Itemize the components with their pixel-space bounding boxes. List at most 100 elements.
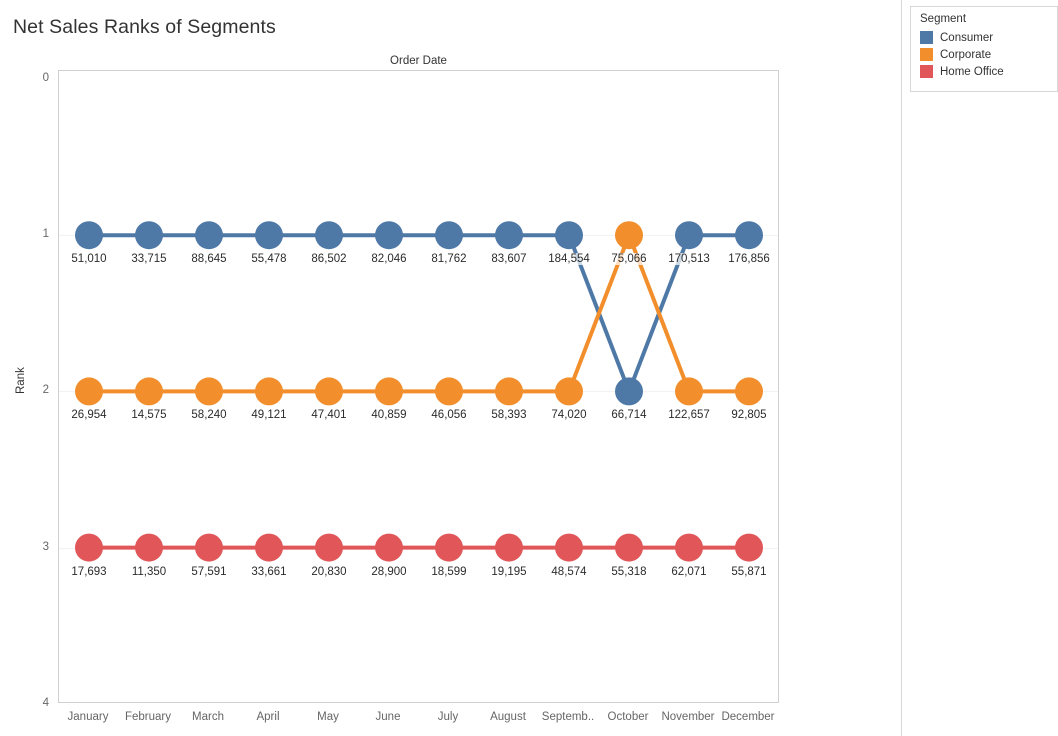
legend-item-corporate[interactable]: Corporate <box>911 46 1057 63</box>
data-point-marker[interactable] <box>255 377 283 406</box>
data-point-label: 55,478 <box>250 253 288 266</box>
worksheet-pane: Net Sales Ranks of Segments Order Date R… <box>0 0 902 736</box>
legend-pane: Segment Consumer Corporate Home Office <box>902 0 1058 736</box>
y-tick-0: 0 <box>42 72 49 84</box>
data-point-marker[interactable] <box>135 221 163 250</box>
x-axis[interactable]: January February March April May June July Augu… <box>58 704 779 736</box>
x-tick-9[interactable]: October <box>608 711 649 723</box>
legend-items: Consumer Corporate Home Office <box>911 29 1057 80</box>
series-line-consumer <box>87 233 751 394</box>
data-point-label: 17,693 <box>70 565 108 578</box>
x-tick-5[interactable]: June <box>376 711 401 723</box>
data-point-marker[interactable] <box>615 377 643 406</box>
x-tick-11[interactable]: December <box>721 711 774 723</box>
data-point-marker[interactable] <box>315 221 343 250</box>
data-point-marker[interactable] <box>435 221 463 250</box>
y-tick-3: 3 <box>42 540 49 553</box>
data-point-label: 58,240 <box>190 409 228 422</box>
data-point-marker[interactable] <box>315 377 343 406</box>
data-point-label: 26,954 <box>70 409 108 422</box>
data-point-marker[interactable] <box>375 377 403 406</box>
data-point-marker[interactable] <box>135 533 163 562</box>
x-tick-4[interactable]: May <box>317 711 339 723</box>
data-point-marker[interactable] <box>555 533 583 562</box>
legend-item-label: Home Office <box>940 65 1004 78</box>
data-point-label: 33,715 <box>130 253 168 266</box>
legend-item-label: Consumer <box>940 31 994 44</box>
plot-inner: 51,010 33,715 88,645 55,478 86,502 82,046 81,7… <box>59 71 778 702</box>
data-point-label: 28,900 <box>370 565 408 578</box>
data-point-label: 18,599 <box>430 565 468 578</box>
data-point-marker[interactable] <box>675 221 703 250</box>
data-point-marker[interactable] <box>555 221 583 250</box>
column-field-header[interactable]: Order Date <box>58 51 779 70</box>
data-point-label: 47,401 <box>310 409 348 422</box>
line-chart-canvas <box>75 221 763 562</box>
data-point-marker[interactable] <box>255 533 283 562</box>
legend-item-consumer[interactable]: Consumer <box>911 29 1057 46</box>
data-point-marker[interactable] <box>75 221 103 250</box>
data-point-marker[interactable] <box>555 377 583 406</box>
legend-card-segment[interactable]: Segment Consumer Corporate Home Office <box>910 6 1058 92</box>
legend-item-home-office[interactable]: Home Office <box>911 63 1057 80</box>
data-point-label: 92,805 <box>730 409 768 422</box>
data-point-marker[interactable] <box>75 377 103 406</box>
data-point-marker[interactable] <box>315 533 343 562</box>
data-point-marker[interactable] <box>615 221 643 250</box>
x-tick-10[interactable]: November <box>661 711 714 723</box>
data-point-label: 122,657 <box>667 409 711 422</box>
data-point-marker[interactable] <box>195 533 223 562</box>
data-point-marker[interactable] <box>435 377 463 406</box>
data-point-marker[interactable] <box>495 377 523 406</box>
data-point-marker[interactable] <box>195 221 223 250</box>
data-point-label: 75,066 <box>610 253 648 266</box>
x-tick-3[interactable]: April <box>256 711 279 723</box>
column-field-label: Order Date <box>390 54 447 67</box>
data-point-marker[interactable] <box>735 533 763 562</box>
data-point-marker[interactable] <box>615 533 643 562</box>
data-point-marker[interactable] <box>435 533 463 562</box>
data-point-label: 83,607 <box>490 253 528 266</box>
color-swatch-icon <box>920 48 933 61</box>
data-point-label: 33,661 <box>250 565 288 578</box>
y-tick-1: 1 <box>42 228 49 241</box>
x-tick-8[interactable]: Septemb.. <box>542 711 594 723</box>
data-point-label: 19,195 <box>490 565 528 578</box>
data-point-marker[interactable] <box>675 377 703 406</box>
data-point-label: 49,121 <box>250 409 288 422</box>
data-point-label: 82,046 <box>370 253 408 266</box>
data-point-marker[interactable] <box>135 377 163 406</box>
data-point-label: 86,502 <box>310 253 348 266</box>
data-point-marker[interactable] <box>75 533 103 562</box>
data-point-label: 20,830 <box>310 565 348 578</box>
series-line-corporate <box>87 233 751 394</box>
data-point-label: 184,554 <box>547 253 591 266</box>
x-tick-0[interactable]: January <box>68 711 109 723</box>
data-point-label: 51,010 <box>70 253 108 266</box>
data-point-marker[interactable] <box>495 533 523 562</box>
data-point-label: 14,575 <box>130 409 168 422</box>
data-point-marker[interactable] <box>375 533 403 562</box>
data-point-label: 55,318 <box>610 565 648 578</box>
data-point-label: 46,056 <box>430 409 468 422</box>
y-tick-2: 2 <box>42 384 49 397</box>
plot-area[interactable]: 51,010 33,715 88,645 55,478 86,502 82,046 81,7… <box>58 70 779 703</box>
data-point-label: 40,859 <box>370 409 408 422</box>
x-tick-2[interactable]: March <box>192 711 224 723</box>
x-tick-6[interactable]: July <box>438 711 458 723</box>
data-point-marker[interactable] <box>735 377 763 406</box>
color-swatch-icon <box>920 31 933 44</box>
data-point-marker[interactable] <box>675 533 703 562</box>
data-point-label: 55,871 <box>730 565 768 578</box>
x-tick-7[interactable]: August <box>490 711 526 723</box>
x-tick-1[interactable]: February <box>125 711 171 723</box>
data-point-marker[interactable] <box>375 221 403 250</box>
data-point-label: 62,071 <box>670 565 708 578</box>
y-axis-title: Rank <box>15 366 27 394</box>
data-point-marker[interactable] <box>195 377 223 406</box>
y-tick-4: 4 <box>42 696 49 709</box>
data-point-marker[interactable] <box>255 221 283 250</box>
data-point-marker[interactable] <box>735 221 763 250</box>
y-axis[interactable]: Rank 0 1 2 3 4 <box>0 70 58 709</box>
data-point-marker[interactable] <box>495 221 523 250</box>
